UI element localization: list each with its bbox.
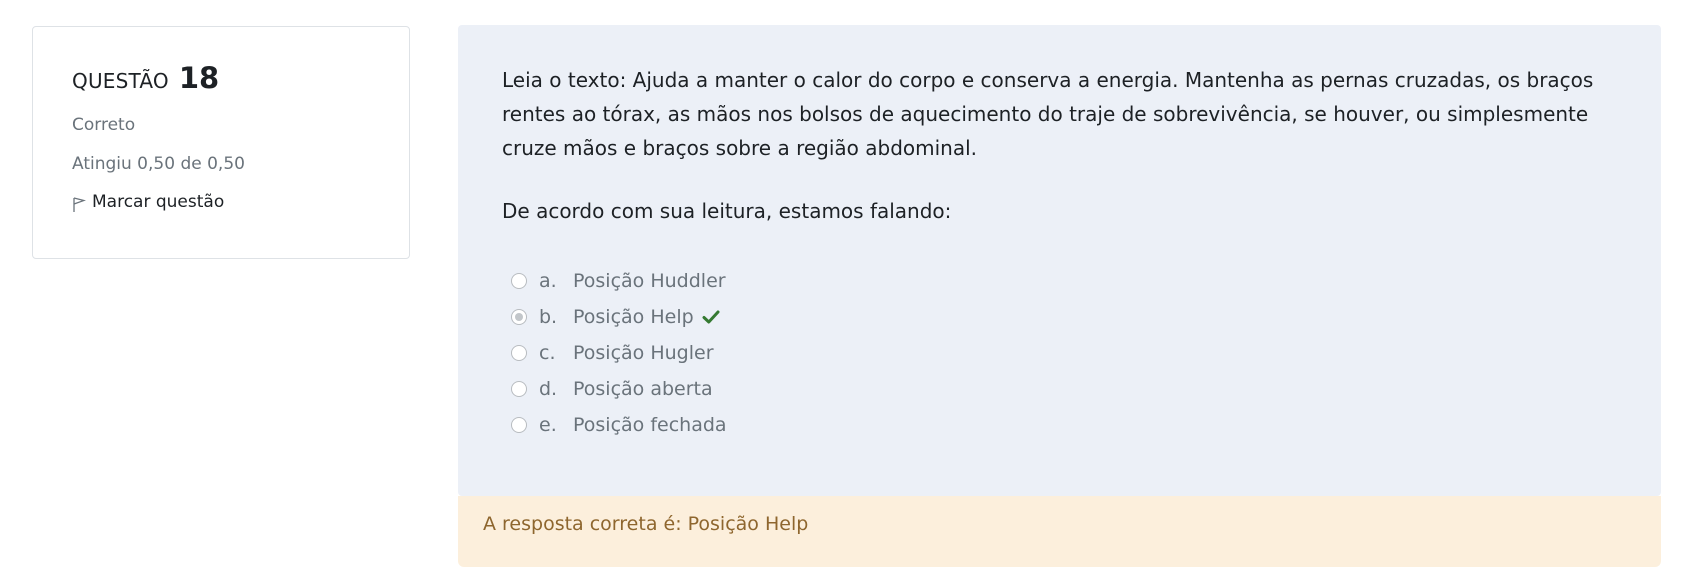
answer-option-b[interactable]: b. Posição Help (502, 299, 1619, 335)
flag-question-link[interactable]: Marcar questão (72, 192, 409, 212)
option-label: Posição aberta (573, 378, 713, 400)
flag-question-label: Marcar questão (92, 192, 225, 212)
question-info-card: QUESTÃO 18 Correto Atingiu 0,50 de 0,50 … (32, 26, 410, 259)
flag-icon (73, 197, 86, 212)
answer-options: a. Posição Huddler b. Posição Help c. Po… (502, 263, 1619, 443)
question-state: Correto (72, 115, 136, 135)
answer-option-e[interactable]: e. Posição fechada (502, 407, 1619, 443)
radio-button[interactable] (511, 417, 527, 433)
option-letter: b. (539, 306, 558, 328)
answer-option-c[interactable]: c. Posição Hugler (502, 335, 1619, 371)
option-letter: c. (539, 342, 556, 364)
question-grade: Atingiu 0,50 de 0,50 (72, 154, 245, 174)
option-label: Posição fechada (573, 414, 727, 436)
question-formulation: Leia o texto: Ajuda a manter o calor do … (458, 25, 1661, 496)
radio-button[interactable] (511, 345, 527, 361)
radio-button[interactable] (511, 381, 527, 397)
answer-option-a[interactable]: a. Posição Huddler (502, 263, 1619, 299)
option-letter: d. (539, 378, 558, 400)
answer-option-d[interactable]: d. Posição aberta (502, 371, 1619, 407)
option-label: Posição Huddler (573, 270, 726, 292)
option-letter: e. (539, 414, 557, 436)
question-text: Leia o texto: Ajuda a manter o calor do … (502, 68, 1594, 160)
quiz-review-page: QUESTÃO 18 Correto Atingiu 0,50 de 0,50 … (0, 0, 1708, 577)
option-label: Posição Hugler (573, 342, 714, 364)
question-prompt: De acordo com sua leitura, estamos falan… (502, 199, 952, 223)
correct-check-icon (702, 310, 720, 324)
radio-button-selected[interactable] (511, 309, 527, 325)
question-number-line: QUESTÃO 18 (72, 61, 409, 101)
option-label: Posição Help (573, 306, 694, 328)
correct-answer-feedback: A resposta correta é: Posição Help (458, 496, 1661, 567)
radio-button[interactable] (511, 273, 527, 289)
question-number: 18 (178, 61, 220, 95)
question-label: QUESTÃO (72, 69, 169, 93)
option-letter: a. (539, 270, 557, 292)
